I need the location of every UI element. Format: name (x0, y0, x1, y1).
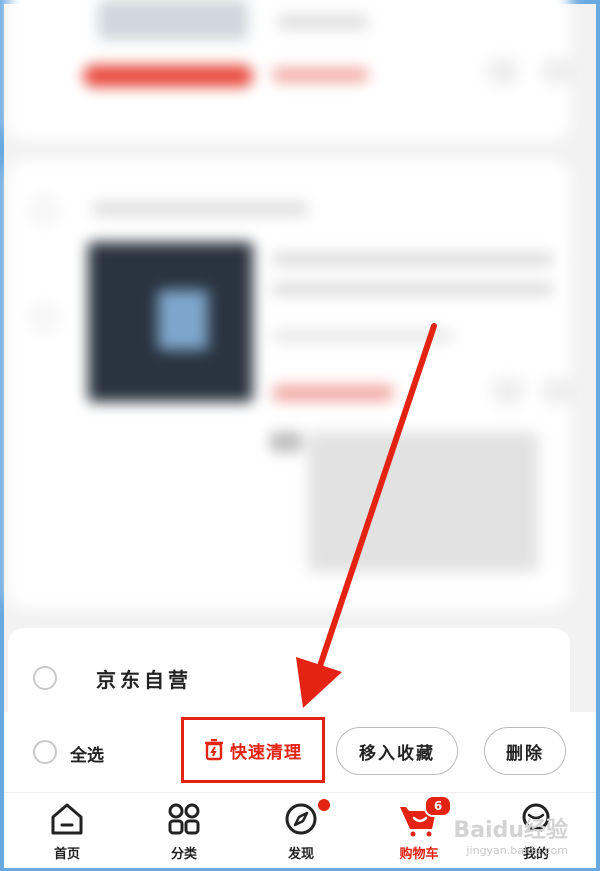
cart-count-badge: 6 (424, 795, 452, 817)
select-all-label[interactable]: 全选 (70, 741, 104, 766)
select-all-radio[interactable] (33, 740, 57, 764)
tab-home[interactable]: 首页 (32, 801, 102, 862)
product-image (98, 0, 248, 40)
product-title-line2 (273, 282, 553, 296)
home-icon (51, 803, 83, 835)
tab-category-label: 分类 (170, 847, 197, 862)
tab-discover-label: 发现 (287, 847, 314, 862)
service-icon (270, 432, 302, 452)
plus-button (543, 58, 573, 84)
plus-button (543, 378, 573, 404)
tab-home-label: 首页 (53, 847, 80, 862)
tab-cart[interactable]: 购物车 6 (384, 795, 454, 862)
watermark-url: jingyan.baidu.com (466, 844, 568, 857)
shop-name[interactable]: 京东自营 (96, 664, 192, 693)
minus-button (488, 58, 518, 84)
move-to-favorites-button[interactable]: 移入收藏 (336, 727, 458, 775)
price-text (273, 385, 393, 401)
tab-category[interactable]: 分类 (149, 801, 219, 862)
shop-title (93, 202, 308, 216)
watermark-brand: Baidu经验 (453, 818, 568, 843)
discover-notification-dot (316, 797, 332, 813)
compass-icon (285, 803, 317, 835)
tab-cart-label: 购物车 (399, 847, 439, 862)
baidu-watermark: Baidu经验 jingyan.baidu.com (453, 812, 568, 857)
delete-button[interactable]: 删除 (484, 727, 566, 775)
category-grid-icon (168, 803, 200, 835)
product-title (273, 252, 553, 266)
shop-select-radio[interactable] (33, 666, 57, 690)
service-list (308, 432, 538, 572)
spec-text (273, 330, 453, 342)
trash-bolt-icon (205, 739, 223, 761)
item-radio (32, 306, 56, 330)
product-card-blurred (8, 0, 573, 140)
tab-discover[interactable]: 发现 (266, 797, 336, 862)
price-text (273, 68, 368, 82)
select-radio (32, 198, 56, 222)
product-card-blurred (8, 160, 573, 608)
quick-clean-button[interactable]: 快速清理 (181, 717, 325, 783)
product-title (278, 15, 368, 29)
image-detail (158, 290, 208, 350)
quick-clean-label: 快速清理 (230, 742, 302, 763)
minus-button (493, 378, 523, 404)
price-tag (83, 65, 253, 87)
